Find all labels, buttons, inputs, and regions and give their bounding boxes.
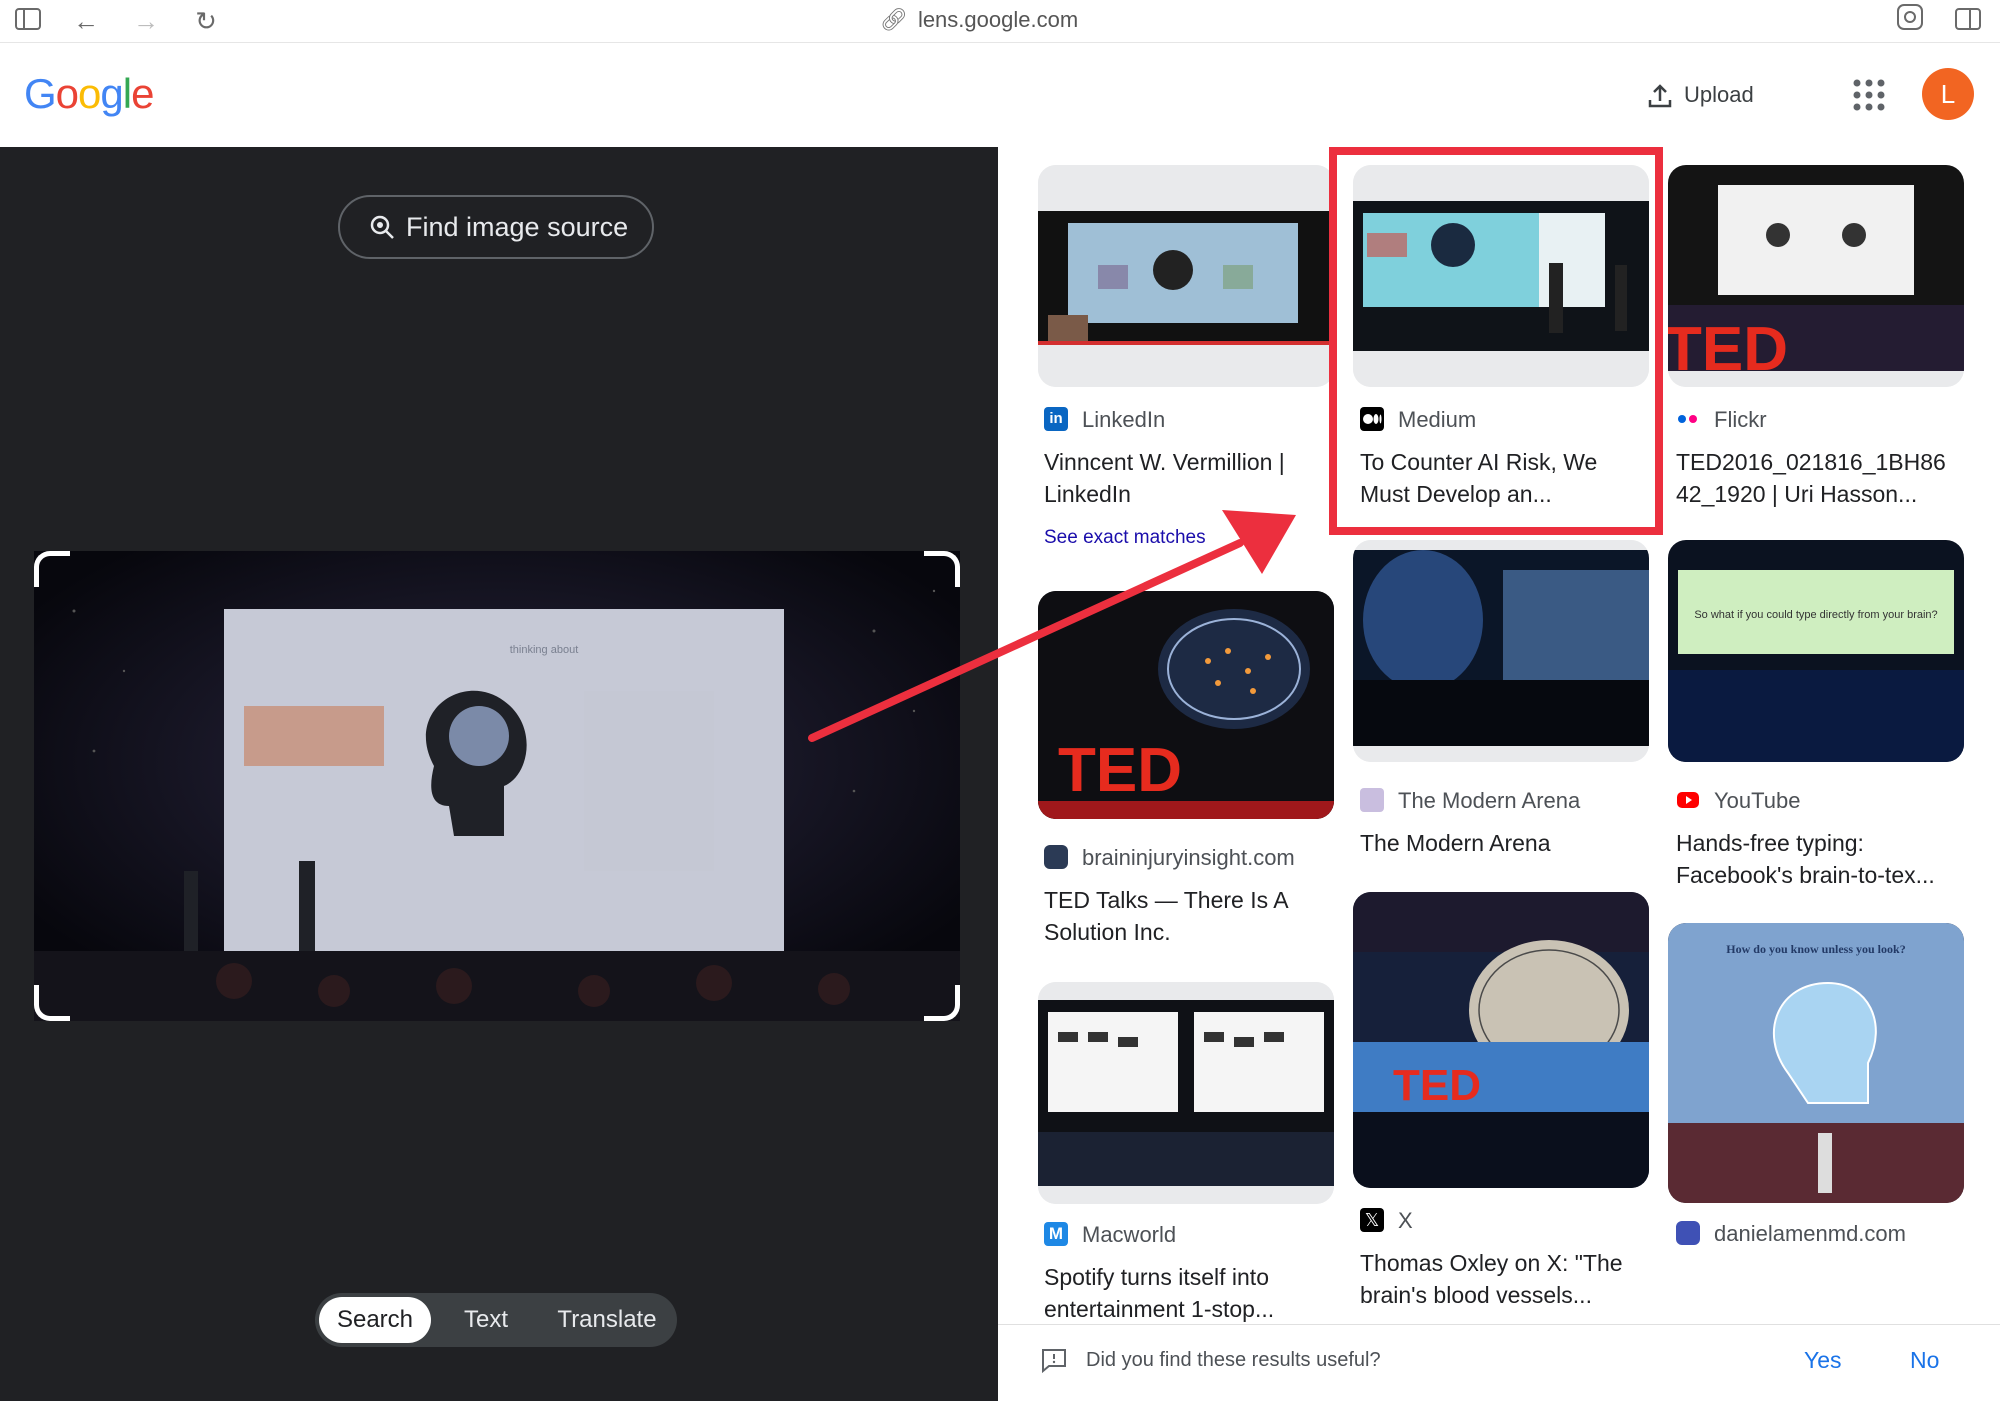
mode-switcher: Search Text Translate bbox=[315, 1293, 677, 1347]
selected-image[interactable]: thinking about bbox=[34, 551, 960, 1021]
feedback-no-button[interactable]: No bbox=[1910, 1347, 1939, 1374]
medium-icon bbox=[1360, 407, 1384, 432]
address-bar[interactable]: 🔗︎ lens.google.com bbox=[880, 4, 1078, 36]
feedback-question: Did you find these results useful? bbox=[1086, 1349, 1381, 1371]
ted-logo: TED bbox=[1058, 736, 1182, 805]
macworld-icon: M bbox=[1044, 1222, 1068, 1247]
split-view-icon[interactable] bbox=[1950, 3, 1986, 39]
result-title[interactable]: Thomas Oxley on X: "The brain's blood ve… bbox=[1360, 1247, 1642, 1311]
logo-letter: o bbox=[78, 70, 101, 117]
tab-search[interactable]: Search bbox=[319, 1297, 431, 1343]
crop-corner[interactable] bbox=[924, 551, 960, 587]
crop-corner[interactable] bbox=[34, 985, 70, 1021]
result-title[interactable]: To Counter AI Risk, We Must Develop an..… bbox=[1360, 446, 1642, 510]
url-text: lens.google.com bbox=[917, 7, 1079, 32]
result-title[interactable]: Vinncent W. Vermillion | LinkedIn bbox=[1044, 446, 1326, 510]
modern-arena-icon bbox=[1360, 788, 1384, 813]
result-title[interactable]: TED Talks — There Is A Solution Inc. bbox=[1044, 884, 1326, 948]
upload-button[interactable]: Upload bbox=[1646, 73, 1754, 117]
browser-toolbar: ← → ↻ 🔗︎ lens.google.com bbox=[0, 0, 2000, 43]
link-icon: 🔗︎ bbox=[880, 7, 908, 32]
google-header: Google Upload L bbox=[0, 43, 2000, 147]
slide-text: thinking about bbox=[510, 644, 579, 656]
result-title[interactable]: Hands-free typing: Facebook's brain-to-t… bbox=[1676, 827, 1958, 891]
find-image-source-label: Find image source bbox=[406, 212, 629, 242]
sidebar-toggle-icon[interactable] bbox=[10, 3, 46, 39]
result-title[interactable]: The Modern Arena bbox=[1360, 827, 1642, 859]
thumb-caption: How do you know unless you look? bbox=[1726, 942, 1905, 956]
upload-label: Upload bbox=[1684, 82, 1754, 107]
apps-grid-icon[interactable] bbox=[1852, 78, 1886, 112]
result-source[interactable]: The Modern Arena bbox=[1360, 787, 1580, 815]
result-thumbnail[interactable]: TED bbox=[1353, 892, 1649, 1188]
crop-corner[interactable] bbox=[924, 985, 960, 1021]
logo-letter: o bbox=[55, 70, 79, 117]
result-source[interactable]: Flickr bbox=[1676, 406, 1767, 434]
image-preview-panel: Find image source thinking about Search … bbox=[0, 147, 998, 1401]
braininjury-site-icon bbox=[1044, 845, 1068, 870]
result-source[interactable]: M Macworld bbox=[1044, 1221, 1176, 1249]
result-source[interactable]: braininjuryinsight.com bbox=[1044, 844, 1295, 872]
find-image-source-button[interactable]: Find image source bbox=[338, 195, 654, 259]
result-thumbnail[interactable]: TED bbox=[1668, 165, 1964, 387]
visual-matches: in LinkedIn Vinncent W. Vermillion | Link… bbox=[998, 147, 2000, 1401]
ted-logo: TED bbox=[1668, 315, 1788, 384]
crop-corner[interactable] bbox=[34, 551, 70, 587]
linkedin-icon: in bbox=[1044, 407, 1068, 432]
forward-icon[interactable]: → bbox=[128, 3, 164, 39]
tab-translate[interactable]: Translate bbox=[541, 1297, 673, 1343]
logo-letter: g bbox=[100, 70, 123, 117]
result-thumbnail[interactable] bbox=[1038, 165, 1334, 387]
x-icon: 𝕏 bbox=[1360, 1208, 1384, 1233]
result-thumbnail[interactable] bbox=[1353, 540, 1649, 762]
upload-icon bbox=[1648, 84, 1672, 108]
feedback-bar: Did you find these results useful? Yes N… bbox=[998, 1324, 2000, 1401]
logo-letter: e bbox=[131, 70, 154, 117]
flickr-icon bbox=[1676, 407, 1700, 431]
reload-icon[interactable]: ↻ bbox=[188, 3, 224, 39]
feedback-icon bbox=[1040, 1347, 1068, 1374]
back-icon[interactable]: ← bbox=[68, 3, 104, 39]
result-source[interactable]: Medium bbox=[1360, 406, 1476, 434]
result-title[interactable]: Spotify turns itself into entertainment … bbox=[1044, 1261, 1326, 1325]
feedback-yes-button[interactable]: Yes bbox=[1804, 1347, 1842, 1374]
result-thumbnail[interactable] bbox=[1353, 165, 1649, 387]
google-logo[interactable]: Google bbox=[24, 70, 154, 118]
logo-letter: l bbox=[122, 70, 132, 117]
thumb-caption: So what if you could type directly from … bbox=[1694, 609, 1937, 621]
result-source[interactable]: danielamenmd.com bbox=[1676, 1220, 1906, 1248]
extensions-icon[interactable] bbox=[1892, 3, 1928, 39]
result-title[interactable]: TED2016_021816_1BH8642_1920 | Uri Hasson… bbox=[1676, 446, 1958, 510]
result-source[interactable]: in LinkedIn bbox=[1044, 406, 1165, 434]
result-thumbnail[interactable]: How do you know unless you look? bbox=[1668, 923, 1964, 1203]
result-thumbnail[interactable] bbox=[1038, 982, 1334, 1204]
tab-text[interactable]: Text bbox=[441, 1297, 531, 1343]
youtube-icon bbox=[1676, 788, 1700, 812]
result-source[interactable]: YouTube bbox=[1676, 787, 1800, 815]
logo-letter: G bbox=[24, 70, 57, 117]
see-exact-matches-link[interactable]: See exact matches bbox=[1044, 527, 1206, 549]
result-thumbnail[interactable]: So what if you could type directly from … bbox=[1668, 540, 1964, 762]
avatar[interactable]: L bbox=[1922, 68, 1974, 120]
result-thumbnail[interactable]: TED bbox=[1038, 591, 1334, 819]
danielamen-site-icon bbox=[1676, 1221, 1700, 1246]
ted-logo: TED bbox=[1393, 1061, 1481, 1110]
result-source[interactable]: 𝕏X bbox=[1360, 1207, 1413, 1235]
lens-search-icon bbox=[370, 215, 394, 239]
